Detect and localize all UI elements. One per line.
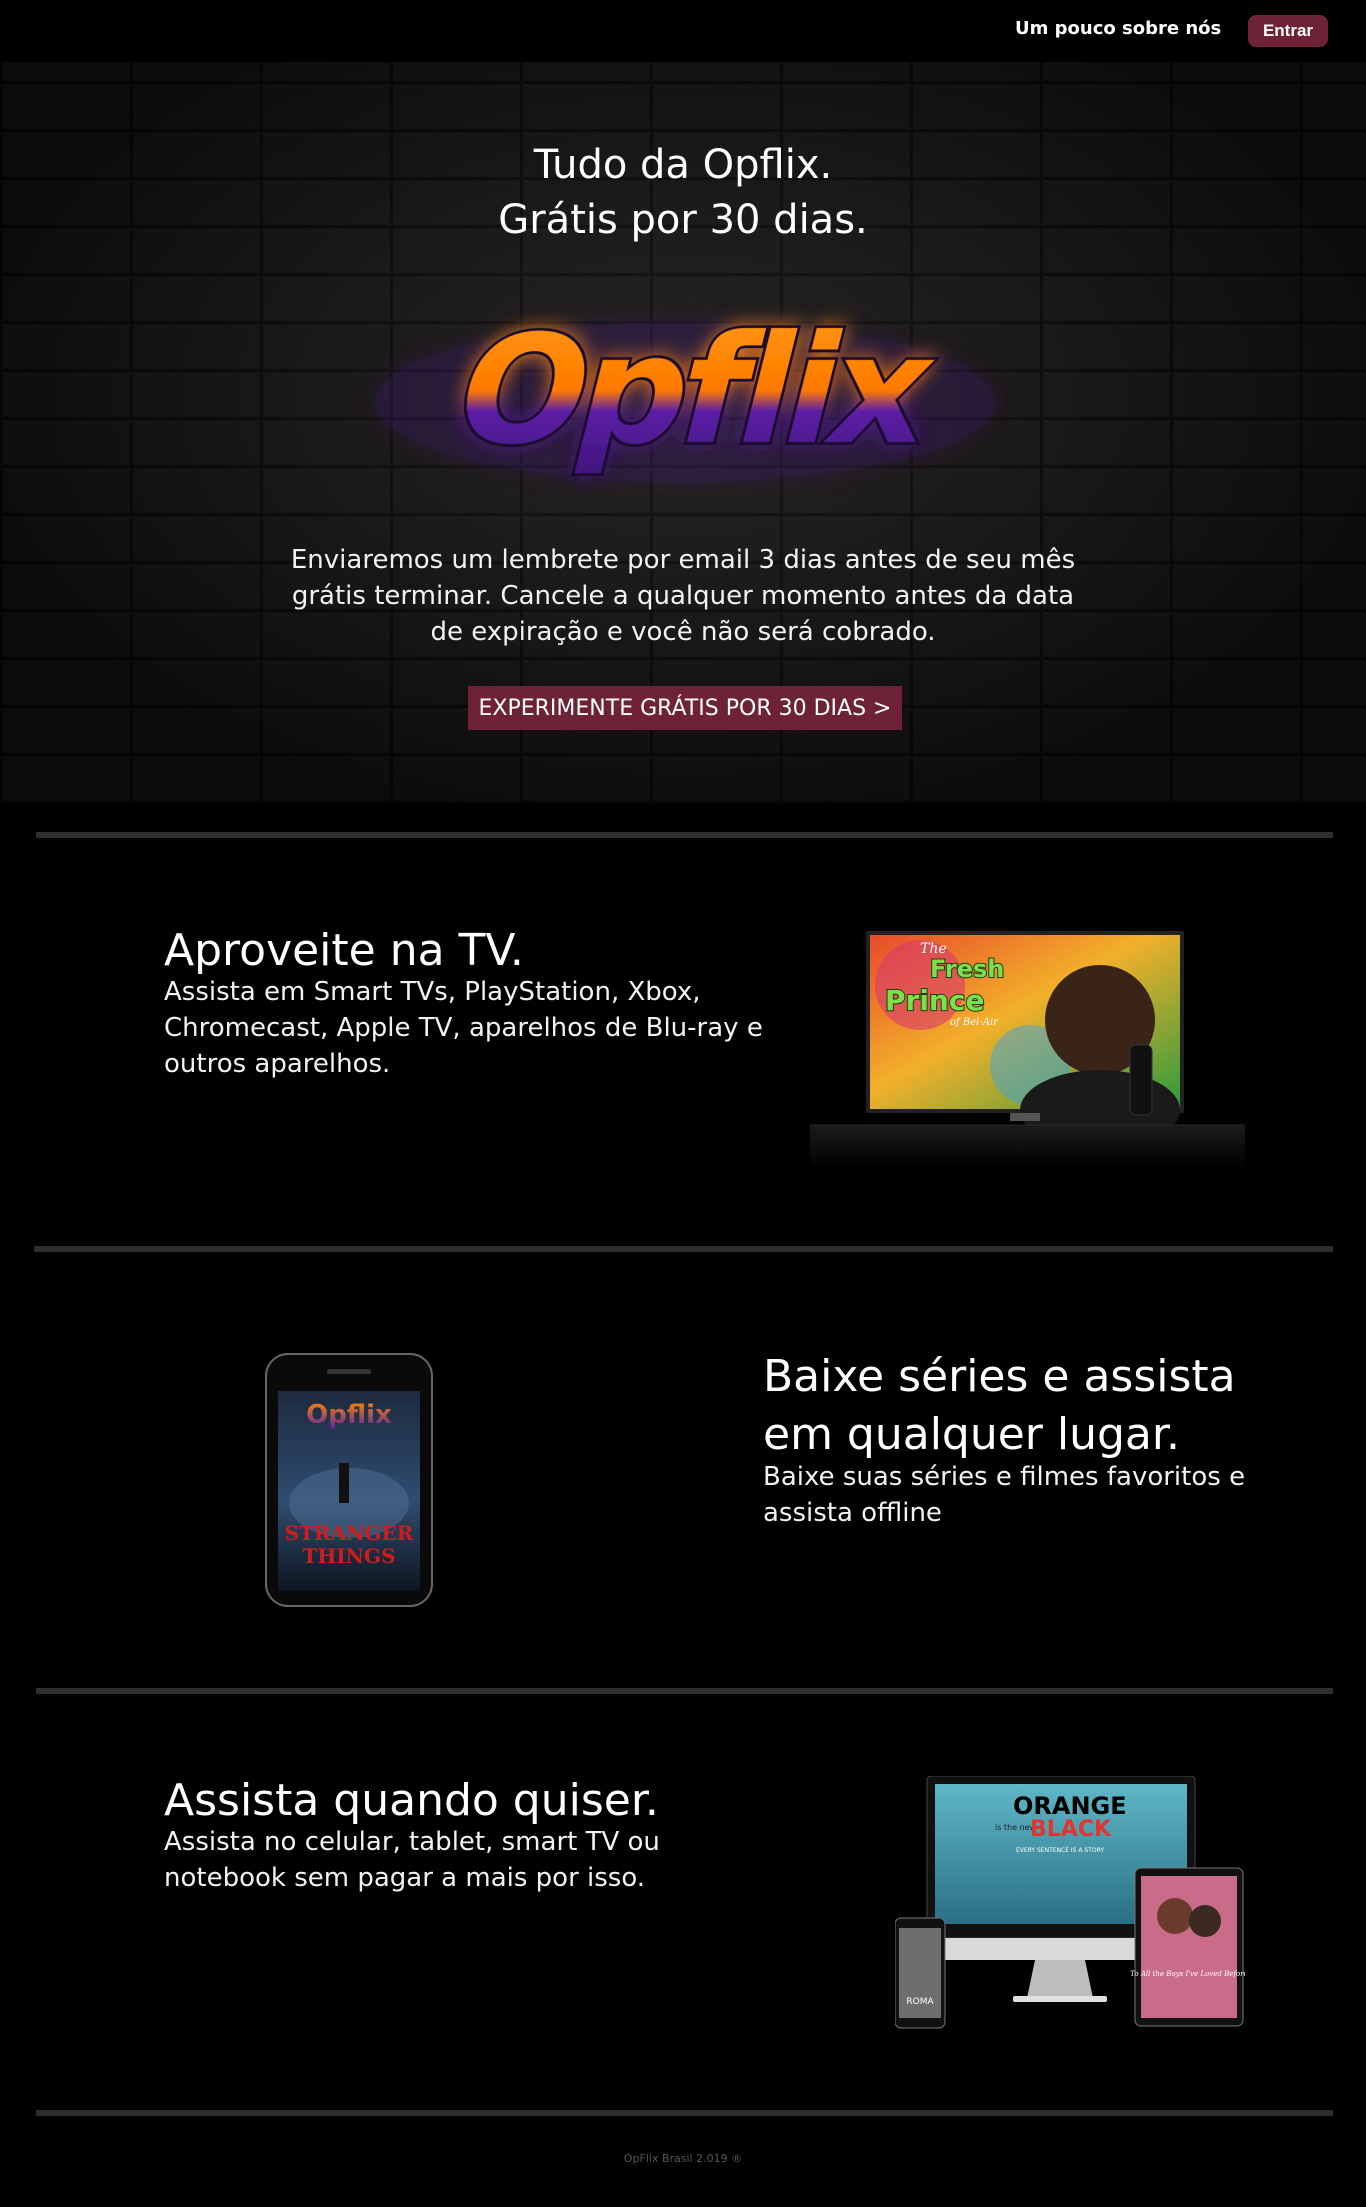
phone-roma: ROMA <box>906 1997 934 2007</box>
divider-3 <box>36 1688 1333 1694</box>
section-download-text: Baixe suas séries e filmes favoritos e a… <box>763 1462 1246 1528</box>
hero-title: Tudo da Opflix. Grátis por 30 dias. <box>0 138 1366 248</box>
oitnb-black: BLACK <box>1030 1817 1112 1842</box>
section-tv-text: Assista em Smart TVs, PlayStation, Xbox,… <box>164 977 763 1079</box>
oitnb-tagline: EVERY SENTENCE IS A STORY <box>1016 1847 1104 1854</box>
hero-section: Tudo da Opflix. Grátis por 30 dias. Opfl… <box>0 62 1366 804</box>
tablet-title: To All the Boys I've Loved Before <box>1130 1970 1245 1978</box>
logo-text: Opflix <box>439 303 950 477</box>
tv-text-belair: of Bel-Air <box>950 1017 999 1028</box>
phone-image: Opflix STRANGER THINGS <box>265 1353 435 1607</box>
hero-description: Enviaremos um lembrete por email 3 dias … <box>290 545 1076 647</box>
tv-text-fresh: Fresh <box>930 955 1004 983</box>
hero-title-line2: Grátis por 30 dias. <box>498 197 868 243</box>
about-link[interactable]: Um pouco sobre nós <box>1015 18 1221 39</box>
hero-title-line1: Tudo da Opflix. <box>533 142 833 188</box>
footer-text: OpFlix Brasil 2.019 ® <box>623 2152 743 2165</box>
devices-image: ORANGE is the new BLACK EVERY SENTENCE I… <box>894 1775 1248 2031</box>
oitnb-orange: ORANGE <box>1013 1792 1127 1820</box>
section-download-title: Baixe séries e assista em qualquer lugar… <box>763 1351 1236 1460</box>
login-button[interactable]: Entrar <box>1248 15 1328 47</box>
section-anytime-text: Assista no celular, tablet, smart TV ou … <box>164 1827 660 1893</box>
tv-text-prince: Prince <box>885 984 984 1017</box>
top-bar: Um pouco sobre nós Entrar <box>0 0 1366 62</box>
phone-text-stranger: STRANGER <box>285 1521 414 1545</box>
free-trial-button[interactable]: EXPERIMENTE GRÁTIS POR 30 DIAS > <box>468 686 902 730</box>
opflix-logo: Opflix <box>360 300 1010 492</box>
section-anytime-title: Assista quando quiser. <box>164 1775 659 1826</box>
phone-text-things: THINGS <box>303 1544 396 1568</box>
phone-logo-text: Opflix <box>306 1400 392 1430</box>
section-tv-title: Aproveite na TV. <box>164 925 524 976</box>
divider-2 <box>34 1246 1333 1252</box>
divider-4 <box>36 2110 1333 2116</box>
divider-1 <box>36 832 1333 838</box>
tv-image: The Fresh Prince of Bel-Air <box>810 925 1245 1185</box>
